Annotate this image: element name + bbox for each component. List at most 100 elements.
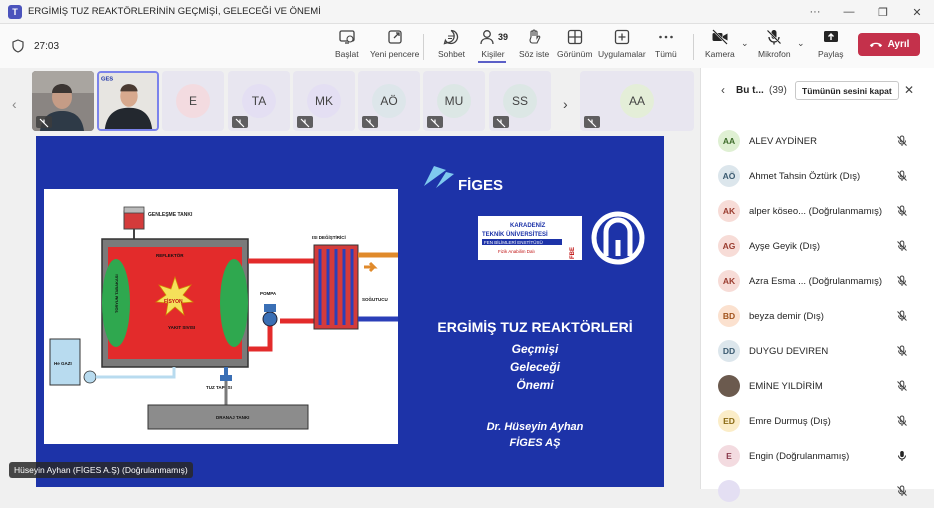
participant-name: Emre Durmuş (Dış) xyxy=(749,415,831,427)
close-panel-icon[interactable]: ✕ xyxy=(904,83,914,97)
participant-tile-aa[interactable]: AA xyxy=(580,71,694,131)
view-button[interactable]: Görünüm xyxy=(557,28,592,59)
leave-button[interactable]: Ayrıl xyxy=(858,33,920,56)
more-label: Tümü xyxy=(655,49,677,59)
mic-off-icon[interactable] xyxy=(896,485,908,497)
mic-off-icon[interactable] xyxy=(896,415,908,427)
participant-avatar: DD xyxy=(718,340,740,362)
new-window-label: Yeni pencere xyxy=(370,49,420,59)
view-label: Görünüm xyxy=(557,49,593,59)
gallery-next-arrow-icon[interactable]: › xyxy=(563,96,568,112)
minimize-button[interactable]: — xyxy=(832,0,866,24)
mic-off-icon[interactable] xyxy=(896,310,908,322)
participant-name: alper köseo... (Doğrulanmamış) xyxy=(749,205,883,217)
share-button[interactable]: Paylaş xyxy=(818,28,844,59)
mic-off-icon[interactable] xyxy=(896,135,908,147)
participant-tile-mk[interactable]: MK xyxy=(293,71,355,131)
muted-badge xyxy=(36,116,52,128)
participant-row[interactable]: AK alper köseo... (Doğrulanmamış) xyxy=(701,194,934,228)
raise-hand-icon xyxy=(529,29,541,44)
participant-avatar: E xyxy=(176,84,210,118)
muted-badge xyxy=(232,116,248,128)
chat-icon xyxy=(444,29,459,45)
mic-options-chevron-icon[interactable]: ⌄ xyxy=(797,38,805,49)
he-gas-label: He GAZI xyxy=(54,361,72,366)
participant-row[interactable]: EMİNE YILDİRİM xyxy=(701,369,934,403)
mic-off-icon[interactable] xyxy=(896,275,908,287)
presenter-name-label: Hüseyin Ayhan (FİGES A.Ş) (Doğrulanmamış… xyxy=(9,462,193,478)
university-name-line1: KARADENİZ xyxy=(510,222,546,229)
collapse-chevron-icon[interactable]: ‹ xyxy=(721,83,725,97)
participant-tile-e[interactable]: E xyxy=(162,71,224,131)
apps-label: Uygulamalar xyxy=(598,49,646,59)
participant-tile-ta[interactable]: TA xyxy=(228,71,290,131)
fuel-label: YAKIT SIVISI xyxy=(168,325,195,330)
participant-tile-ao[interactable]: AÖ xyxy=(358,71,420,131)
participant-avatar: AK xyxy=(718,270,740,292)
mic-off-icon xyxy=(300,118,310,128)
raise-hand-button[interactable]: Söz iste xyxy=(519,28,549,59)
participant-row[interactable]: BD beyza demir (Dış) xyxy=(701,299,934,333)
camera-button[interactable]: Kamera xyxy=(705,28,735,59)
salt-plug-label: TUZ TAPASI xyxy=(206,385,232,390)
people-button[interactable]: 39 Kişiler xyxy=(478,28,508,59)
participant-avatar xyxy=(718,480,740,502)
figes-logo-icon xyxy=(424,166,454,188)
reactor-schematic: GENLEŞME TANKI FİSYON REFLEKTÖR YAKIT SI… xyxy=(49,206,398,430)
reflector-label: REFLEKTÖR xyxy=(156,252,184,258)
participant-row[interactable]: AG Ayşe Geyik (Dış) xyxy=(701,229,934,263)
mic-off-icon xyxy=(496,118,506,128)
share-screen-icon xyxy=(823,31,838,42)
participant-row[interactable]: E Engin (Doğrulanmamış) xyxy=(701,439,934,473)
mic-on-icon[interactable] xyxy=(896,450,908,462)
participant-row[interactable]: AA ALEV AYDİNER xyxy=(701,124,934,158)
chat-button[interactable]: Sohbet xyxy=(438,28,465,59)
more-options-icon[interactable]: ··· xyxy=(798,0,832,24)
participant-name: ALEV AYDİNER xyxy=(749,135,817,147)
toolbar-divider xyxy=(423,34,424,60)
mic-off-icon[interactable] xyxy=(896,240,908,252)
mic-off-icon[interactable] xyxy=(896,170,908,182)
participant-name: Ahmet Tahsin Öztürk (Dış) xyxy=(749,170,861,182)
mic-off-icon[interactable] xyxy=(896,380,908,392)
mic-off-icon xyxy=(430,118,440,128)
participant-tile-ss[interactable]: SS xyxy=(489,71,551,131)
participant-row[interactable]: ED Emre Durmuş (Dış) xyxy=(701,404,934,438)
mic-off-icon xyxy=(235,118,245,128)
active-speaker-video-tile[interactable]: GES xyxy=(97,71,159,131)
participant-name: DUYGU DEVIREN xyxy=(749,345,829,357)
mic-button[interactable]: Mikrofon xyxy=(758,28,791,59)
start-button[interactable]: Başlat xyxy=(335,28,359,59)
participant-row[interactable]: DD DUYGU DEVIREN xyxy=(701,334,934,368)
pop-out-icon xyxy=(388,30,402,44)
people-count: 39 xyxy=(498,32,509,42)
participant-row[interactable]: AK Azra Esma ... (Doğrulanmamış) xyxy=(701,264,934,298)
maximize-button[interactable]: ❐ xyxy=(866,0,900,24)
panel-section-title[interactable]: Bu t... xyxy=(736,85,764,96)
speaker-video: GES xyxy=(99,73,157,129)
more-button[interactable]: Tümü xyxy=(655,28,677,59)
participant-name: EMİNE YILDİRİM xyxy=(749,380,823,392)
gallery-prev-arrow-icon[interactable]: ‹ xyxy=(12,96,17,112)
breeding-layer-label: TORYUM TABAKASI xyxy=(114,274,119,313)
camera-options-chevron-icon[interactable]: ⌄ xyxy=(741,38,749,49)
institute-name: FEN BİLİMLERİ ENSTİTÜSÜ xyxy=(484,239,543,245)
mute-all-button[interactable]: Tümünün sesini kapat xyxy=(795,81,899,100)
muted-badge xyxy=(297,116,313,128)
mic-label: Mikrofon xyxy=(758,49,791,59)
new-window-button[interactable]: Yeni pencere xyxy=(370,28,419,59)
mic-off-icon[interactable] xyxy=(896,345,908,357)
apps-button[interactable]: Uygulamalar xyxy=(598,28,646,59)
slide-subtitle-3: Önemi xyxy=(516,377,554,392)
participant-avatar: BD xyxy=(718,305,740,327)
participant-avatar: TA xyxy=(242,84,276,118)
participant-tile-mu[interactable]: MU xyxy=(423,71,485,131)
participant-row[interactable] xyxy=(701,474,934,508)
close-window-button[interactable]: ✕ xyxy=(900,0,934,24)
heat-exchanger-label: ISI DEĞİŞTİRİCİ xyxy=(312,233,346,240)
mic-off-icon[interactable] xyxy=(896,205,908,217)
participant-video-tile[interactable] xyxy=(32,71,94,131)
svg-text:GES: GES xyxy=(101,77,113,83)
fbe-mark: FBE xyxy=(570,247,576,259)
participant-row[interactable]: AÖ Ahmet Tahsin Öztürk (Dış) xyxy=(701,159,934,193)
